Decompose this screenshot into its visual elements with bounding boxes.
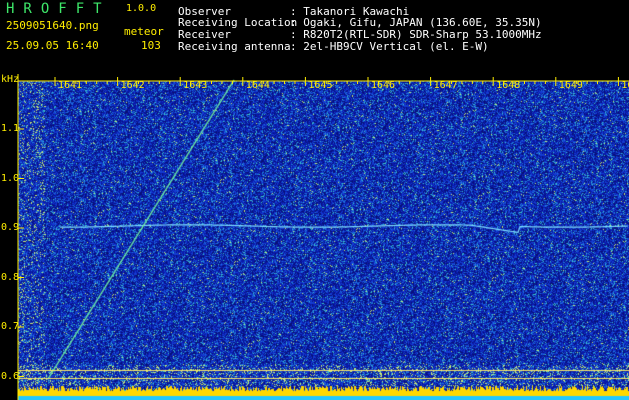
x-tick-label: 1647 [433,80,458,91]
x-tick-label: 1648 [496,80,521,91]
detection-type: meteor [124,25,164,38]
info-label-receiver: Receiver [178,28,231,41]
info-label-antenna: Receiving antenna [178,40,291,53]
x-tick-label: 1642 [120,80,145,91]
y-ticks [18,128,24,377]
x-tick-label: 1643 [183,80,208,91]
x-tick-label: 1650 [621,80,629,91]
file-datetime: 25.09.05 16:40 [6,39,99,52]
y-unit-label: kHz [1,74,20,85]
x-tick-label: 1645 [308,80,333,91]
info-value-receiver: : R820T2(RTL-SDR) SDR-Sharp 53.1000MHz [290,28,542,41]
app-version: 1.0.0 [126,3,157,14]
y-tick-label: 0.6 [1,370,20,382]
y-tick-label: 1.0 [1,172,20,184]
x-tick-label: 1649 [558,80,583,91]
y-tick-label: 0.8 [1,271,20,283]
file-name: 2509051640.png [6,19,99,32]
info-label-location: Receiving Location [178,16,298,29]
y-tick-label: 1.1 [1,123,20,134]
spectrogram-overlay [17,74,629,400]
y-tick-label: 0.9 [1,222,20,233]
header-panel: HROFFT 1.0.0 2509051640.png 25.09.05 16:… [0,0,629,74]
x-tick-label: 1646 [371,80,396,91]
detection-count: 103 [141,39,161,52]
info-value-antenna: : 2el-HB9CV Vertical (el. E-W) [290,40,489,53]
x-tick-label: 1641 [58,80,83,91]
y-tick-label: 0.7 [1,321,20,332]
x-tick-label: 1644 [245,80,270,91]
app-title: HROFFT [6,1,111,17]
spectrogram-panel: kHz 1641 1642 1643 1644 1645 1646 1647 1648 1649… [0,74,629,400]
info-value-location: : Ogaki, Gifu, JAPAN (136.60E, 35.35N) [290,16,542,29]
